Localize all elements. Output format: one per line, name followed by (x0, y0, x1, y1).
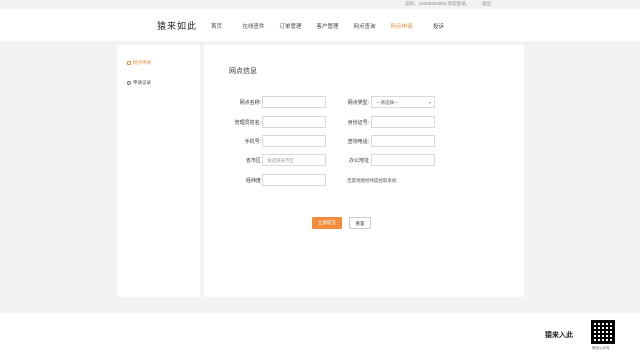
sidebar-item-records[interactable]: 申请记录 (127, 80, 151, 86)
id-card-input[interactable] (371, 116, 435, 128)
region-picker[interactable]: 请选择省市区 (262, 154, 326, 166)
sidebar-item-label: 申请记录 (133, 80, 151, 85)
outlet-type-label: 网点类型: (347, 100, 369, 106)
nav-complaint[interactable]: 投诉 (420, 22, 457, 30)
qr-caption: 微信公众号 (592, 346, 610, 350)
query-phone-label: 查询电话: (347, 139, 369, 145)
chevron-down-icon: ▾ (428, 100, 431, 105)
phone-label: 手机号: (244, 139, 261, 145)
nav-track[interactable]: 在线查件 (235, 22, 272, 30)
manager-name-label: 管理员姓名: (234, 120, 261, 126)
page-title: 网点信息 (229, 68, 257, 75)
footer: 猿来入此 微信公众号 (0, 313, 640, 357)
latlng-input[interactable] (262, 174, 326, 186)
phone-input[interactable] (262, 135, 326, 147)
latlng-label: 经纬度 (245, 178, 261, 184)
nav-orders[interactable]: 订单管理 (272, 22, 309, 30)
manager-name-input[interactable] (262, 116, 326, 128)
submit-button[interactable]: 立即提交 (312, 217, 342, 229)
qr-code-icon (591, 320, 615, 344)
nav-customers[interactable]: 客户管理 (309, 22, 346, 30)
logout-link[interactable]: 退出 (482, 1, 491, 7)
document-icon (127, 61, 131, 65)
outlet-name-label: 网点名称: (239, 100, 261, 106)
outlet-type-select[interactable]: ---请选择--- ▾ (371, 96, 435, 108)
check-circle-icon (127, 81, 131, 85)
nav-home[interactable]: 首页 (198, 22, 235, 30)
query-phone-input[interactable] (371, 135, 435, 147)
outlet-name-input[interactable] (262, 96, 326, 108)
office-address-label: 办公地址 (348, 158, 369, 164)
sidebar-item-label: 网点申请 (133, 60, 151, 65)
footer-brand: 猿来入此 (545, 332, 573, 339)
main-panel: 网点信息 网点名称: 网点类型: ---请选择--- ▾ 管理员姓名: 身份证号… (204, 45, 524, 297)
top-bar: 您好，15305903900 欢迎登录。 退出 (0, 0, 640, 9)
main-nav: 首页 在线查件 订单管理 客户管理 网点查询 网点申请 投诉 (198, 22, 457, 30)
user-greeting: 您好，15305903900 欢迎登录。 (405, 1, 470, 6)
header: 猿来如此 首页 在线查件 订单管理 客户管理 网点查询 网点申请 投诉 (0, 9, 640, 41)
id-card-label: 身份证号: (347, 120, 369, 126)
nav-outlet-apply[interactable]: 网点申请 (383, 22, 420, 30)
outlet-type-value: ---请选择--- (376, 100, 399, 105)
sidebar: 网点申请 申请记录 (117, 45, 200, 297)
reset-button[interactable]: 重置 (349, 217, 371, 229)
sidebar-item-apply[interactable]: 网点申请 (127, 60, 151, 66)
latlng-picker-link[interactable]: 百度地图经纬度拾取系统 (347, 178, 397, 184)
nav-outlet-query[interactable]: 网点查询 (346, 22, 383, 30)
logo[interactable]: 猿来如此 (157, 19, 197, 32)
office-address-input[interactable] (371, 154, 435, 166)
region-label: 省市区 (245, 158, 261, 164)
region-placeholder: 请选择省市区 (267, 158, 294, 163)
